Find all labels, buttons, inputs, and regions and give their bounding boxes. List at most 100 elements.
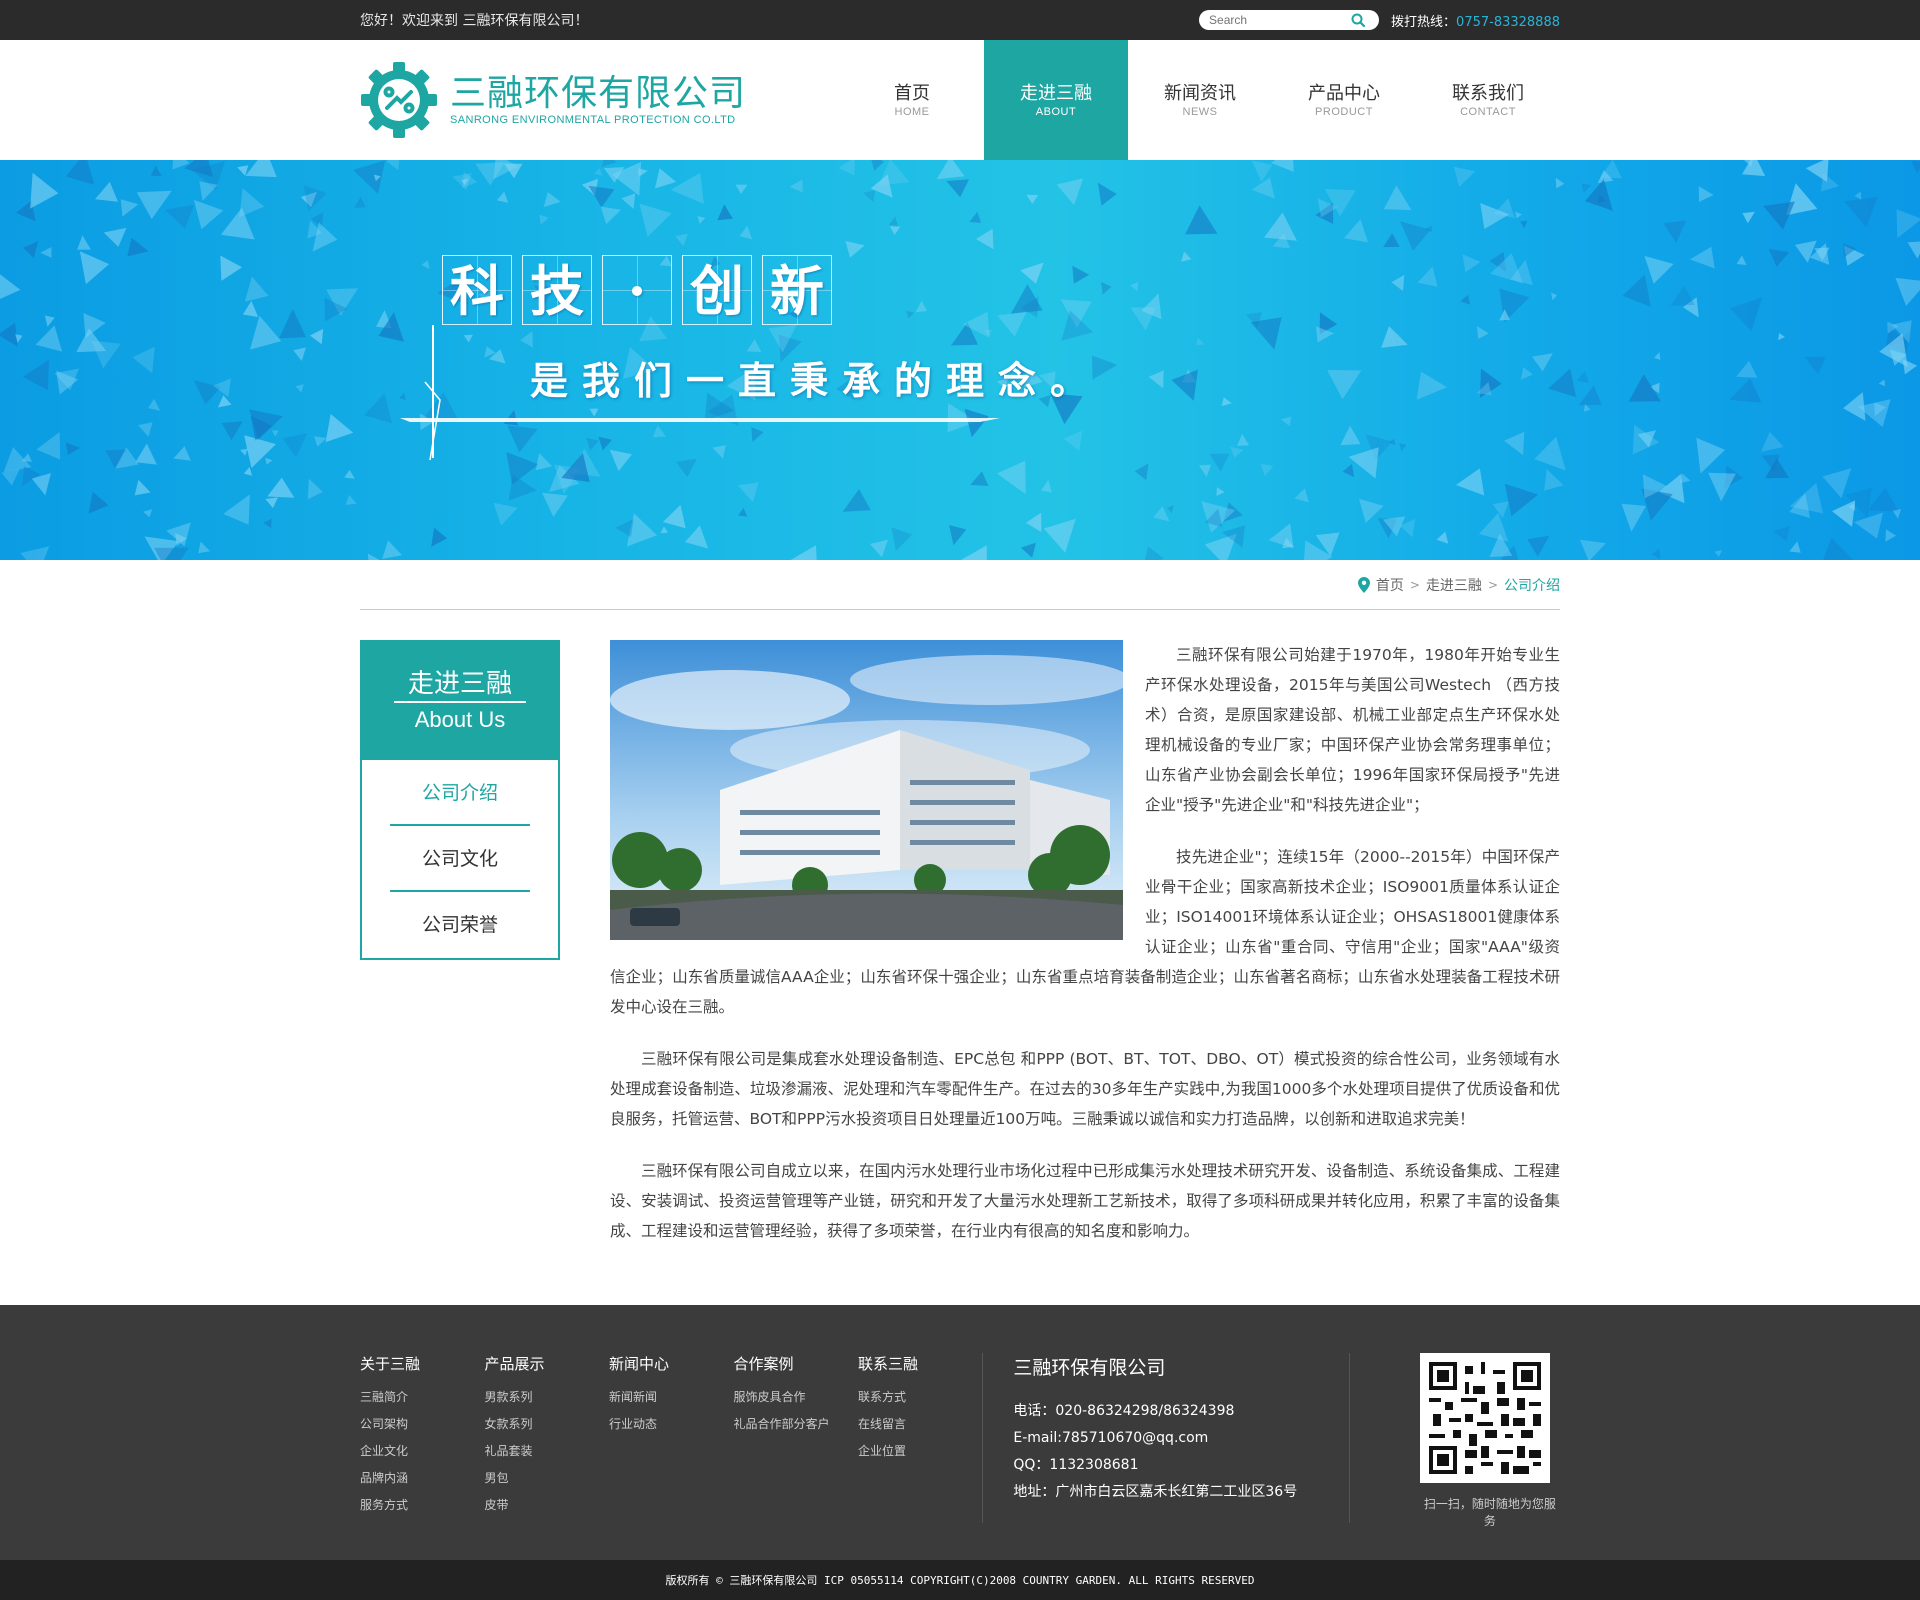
sidebar: 走进三融 About Us 公司介绍 公司文化 公司荣誉 (360, 640, 560, 1268)
banner-triangle (135, 443, 157, 465)
footer-link[interactable]: 在线留言 (858, 1411, 982, 1438)
banner-triangle (1383, 233, 1400, 248)
banner-triangle (1632, 424, 1660, 455)
nav-contact[interactable]: 联系我们 CONTACT (1416, 40, 1560, 160)
banner-triangle (1822, 468, 1852, 499)
search-box[interactable] (1199, 10, 1380, 30)
search-input[interactable] (1209, 13, 1350, 27)
article-paragraph: 三融环保有限公司是集成套水处理设备制造、EPC总包 和PPP (BOT、BT、T… (610, 1050, 1560, 1128)
hotline-label: 拨打热线： (1391, 14, 1457, 30)
banner-triangle (40, 247, 52, 258)
banner-triangle (1551, 292, 1558, 301)
banner-triangle (30, 172, 59, 209)
banner-triangle (240, 448, 248, 456)
banner-triangle (1768, 248, 1790, 267)
banner-triangle (969, 211, 982, 223)
banner-triangle (1237, 433, 1250, 446)
breadcrumb-section[interactable]: 走进三融 (1426, 575, 1482, 595)
breadcrumb-home[interactable]: 首页 (1376, 575, 1404, 595)
logo[interactable]: 三融环保有限公司 SANRONG ENVIRONMENTAL PROTECTIO… (360, 61, 746, 139)
banner-triangle (871, 160, 885, 171)
banner-triangle (1544, 469, 1564, 491)
footer-link[interactable]: 男包 (484, 1465, 608, 1492)
footer-link[interactable]: 女款系列 (484, 1411, 608, 1438)
banner-triangle (1041, 479, 1052, 493)
banner-triangle (1340, 425, 1361, 446)
banner-triangle (789, 179, 803, 193)
nav-home[interactable]: 首页 HOME (840, 40, 984, 160)
site-header: 三融环保有限公司 SANRONG ENVIRONMENTAL PROTECTIO… (0, 40, 1920, 160)
banner-triangle (1185, 205, 1218, 235)
nav-sublabel: ABOUT (1035, 106, 1077, 118)
sidebar-title: 走进三融 (393, 667, 526, 703)
banner-triangle (423, 392, 459, 421)
footer-link[interactable]: 联系方式 (858, 1384, 982, 1411)
nav-about[interactable]: 走进三融 ABOUT (984, 40, 1128, 160)
footer-link[interactable]: 企业文化 (360, 1438, 484, 1465)
footer-email[interactable]: E-mail:785710670@qq.com (1013, 1425, 1349, 1452)
search-icon[interactable] (1349, 11, 1367, 29)
banner-triangle (120, 199, 139, 217)
location-pin-icon (1357, 576, 1370, 593)
banner-triangle (95, 181, 118, 202)
banner-triangle (134, 479, 151, 496)
banner-triangle (621, 193, 636, 209)
banner-triangle (639, 203, 672, 237)
sidebar-item-company-culture[interactable]: 公司文化 (390, 826, 530, 892)
banner-triangle (738, 508, 748, 517)
banner-triangle (1436, 531, 1449, 544)
banner-triangle (1729, 297, 1763, 332)
footer-link[interactable]: 公司架构 (360, 1411, 484, 1438)
footer-link[interactable]: 男款系列 (484, 1384, 608, 1411)
banner-triangle (600, 206, 622, 225)
sidebar-item-company-honors[interactable]: 公司荣誉 (390, 892, 530, 958)
banner-triangle (198, 541, 211, 554)
footer-link[interactable]: 三融简介 (360, 1384, 484, 1411)
banner-triangle (1417, 266, 1438, 287)
footer-link[interactable]: 品牌内涵 (360, 1465, 484, 1492)
slogan-char: 新 (762, 255, 832, 325)
footer-link[interactable]: 服饰皮具合作 (733, 1384, 857, 1411)
banner-triangle (364, 393, 392, 424)
nav-news[interactable]: 新闻资讯 NEWS (1128, 40, 1272, 160)
footer-link[interactable]: 礼品合作部分客户 (733, 1411, 857, 1438)
banner-triangle (735, 184, 748, 194)
banner-triangle (382, 540, 403, 559)
footer-phone: 电话：020-86324298/86324398 (1013, 1403, 1235, 1419)
footer-link[interactable]: 服务方式 (360, 1492, 484, 1519)
banner-triangle (1144, 546, 1165, 560)
banner-triangle (503, 410, 518, 426)
banner-triangle (44, 315, 55, 327)
banner-triangle (1270, 160, 1294, 172)
banner-triangle (609, 449, 632, 472)
banner-triangle (1651, 548, 1661, 560)
banner-triangle (303, 185, 327, 212)
footer-link[interactable]: 礼品套装 (484, 1438, 608, 1465)
footer-link[interactable]: 行业动态 (609, 1411, 733, 1438)
banner-triangle (1504, 483, 1539, 517)
sidebar-menu: 公司介绍 公司文化 公司荣誉 (360, 760, 560, 960)
banner-triangle (1129, 282, 1139, 292)
banner-triangle (221, 421, 243, 441)
nav-sublabel: PRODUCT (1315, 106, 1373, 118)
nav-label: 新闻资讯 (1164, 83, 1236, 104)
banner-triangle (960, 545, 987, 560)
footer-link[interactable]: 新闻新闻 (609, 1384, 733, 1411)
footer-link[interactable]: 企业位置 (858, 1438, 982, 1465)
logo-subtitle: SANRONG ENVIRONMENTAL PROTECTION CO.LTD (450, 114, 736, 126)
company-building-photo (610, 640, 1123, 940)
banner-triangle (1520, 220, 1528, 229)
banner-triangle (463, 334, 473, 343)
banner-triangle (223, 494, 250, 525)
banner-triangle (1134, 463, 1149, 481)
banner-triangle (1654, 352, 1661, 360)
sidebar-item-company-intro[interactable]: 公司介绍 (390, 760, 530, 826)
banner-triangle (1663, 220, 1687, 243)
banner-triangle (1453, 166, 1476, 187)
nav-product[interactable]: 产品中心 PRODUCT (1272, 40, 1416, 160)
footer-link[interactable]: 皮带 (484, 1492, 608, 1519)
banner-triangle (1696, 437, 1725, 474)
banner-triangle (1621, 503, 1646, 532)
banner-triangle (670, 172, 704, 204)
banner-triangle (314, 436, 327, 447)
